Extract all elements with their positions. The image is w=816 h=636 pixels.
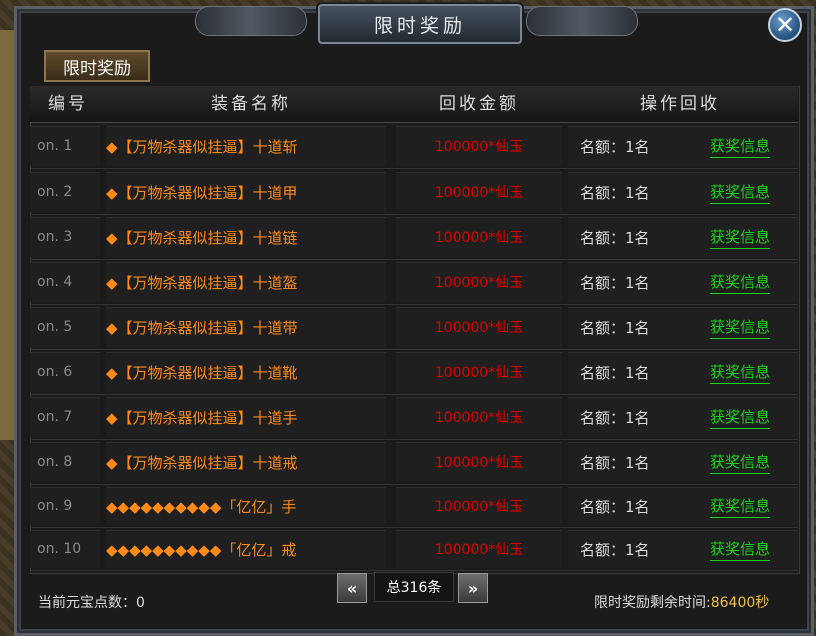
row-number: on. 10 bbox=[37, 541, 82, 557]
award-info-link[interactable]: 获奖信息 bbox=[710, 538, 771, 561]
table-row: on. 10 ◆◆◆◆◆◆◆◆◆◆「亿亿」戒 100000*仙玉 名额：1名 获奖信息 bbox=[30, 528, 798, 571]
recycle-amount: 100000*仙玉 bbox=[434, 275, 524, 291]
row-number: on. 5 bbox=[37, 319, 73, 335]
row-number: on. 8 bbox=[37, 454, 73, 470]
table-row: on. 2 ◆【万物杀器似挂逼】十道甲 100000*仙玉 名额：1名 获奖信息 bbox=[30, 170, 798, 215]
quota-text: 名额：1名 bbox=[580, 363, 650, 382]
tab-limited-reward[interactable]: 限时奖励 bbox=[44, 50, 150, 82]
row-number: on. 6 bbox=[37, 364, 73, 380]
award-info-link[interactable]: 获奖信息 bbox=[710, 451, 771, 474]
recycle-amount: 100000*仙玉 bbox=[434, 185, 524, 201]
header-equipment-name: 装备名称 bbox=[211, 94, 291, 114]
row-number: on. 7 bbox=[37, 409, 73, 425]
table-header: 编号 装备名称 回收金额 操作回收 bbox=[30, 86, 798, 123]
award-info-link-cell: 获奖信息 bbox=[710, 260, 800, 304]
award-info-link-cell: 获奖信息 bbox=[710, 124, 800, 168]
award-info-link-cell: 获奖信息 bbox=[710, 305, 800, 349]
header-recycle-action: 操作回收 bbox=[640, 94, 720, 114]
table-row: on. 4 ◆【万物杀器似挂逼】十道盔 100000*仙玉 名额：1名 获奖信息 bbox=[30, 260, 798, 305]
next-page-button[interactable]: » bbox=[458, 573, 488, 603]
close-button[interactable]: ✕ bbox=[768, 8, 802, 42]
quota-text: 名额：1名 bbox=[580, 408, 650, 427]
table-row: on. 5 ◆【万物杀器似挂逼】十道带 100000*仙玉 名额：1名 获奖信息 bbox=[30, 305, 798, 350]
recycle-amount: 100000*仙玉 bbox=[434, 542, 524, 558]
award-info-link-cell: 获奖信息 bbox=[710, 215, 800, 259]
game-scene-strip bbox=[0, 30, 14, 440]
table-row: on. 1 ◆【万物杀器似挂逼】十道斩 100000*仙玉 名额：1名 获奖信息 bbox=[30, 124, 798, 169]
remaining-time-value: 86400秒 bbox=[710, 595, 770, 611]
table-row: on. 6 ◆【万物杀器似挂逼】十道靴 100000*仙玉 名额：1名 获奖信息 bbox=[30, 350, 798, 395]
equipment-name: ◆【万物杀器似挂逼】十道靴 bbox=[106, 363, 298, 382]
table-row: on. 3 ◆【万物杀器似挂逼】十道链 100000*仙玉 名额：1名 获奖信息 bbox=[30, 215, 798, 260]
header-number: 编号 bbox=[48, 94, 88, 114]
header-recycle-amount: 回收金额 bbox=[439, 94, 519, 114]
table-row: on. 7 ◆【万物杀器似挂逼】十道手 100000*仙玉 名额：1名 获奖信息 bbox=[30, 395, 798, 440]
quota-text: 名额：1名 bbox=[580, 273, 650, 292]
quota-text: 名额：1名 bbox=[580, 183, 650, 202]
quota-text: 名额：1名 bbox=[580, 228, 650, 247]
title-ornament-right bbox=[526, 6, 638, 36]
award-info-link[interactable]: 获奖信息 bbox=[710, 495, 771, 518]
recycle-amount: 100000*仙玉 bbox=[434, 139, 524, 155]
window-title: 限时奖励 bbox=[318, 4, 522, 44]
recycle-amount: 100000*仙玉 bbox=[434, 365, 524, 381]
award-info-link[interactable]: 获奖信息 bbox=[710, 271, 771, 294]
recycle-amount: 100000*仙玉 bbox=[434, 455, 524, 471]
award-info-link[interactable]: 获奖信息 bbox=[710, 181, 771, 204]
quota-text: 名额：1名 bbox=[580, 137, 650, 156]
remaining-time: 限时奖励剩余时间:86400秒 bbox=[594, 592, 769, 612]
award-info-link-cell: 获奖信息 bbox=[710, 395, 800, 439]
equipment-name: ◆◆◆◆◆◆◆◆◆◆「亿亿」戒 bbox=[106, 540, 297, 559]
award-info-link-cell: 获奖信息 bbox=[710, 350, 800, 394]
recycle-amount: 100000*仙玉 bbox=[434, 320, 524, 336]
award-info-link[interactable]: 获奖信息 bbox=[710, 135, 771, 158]
quota-text: 名额：1名 bbox=[580, 540, 650, 559]
equipment-name: ◆【万物杀器似挂逼】十道盔 bbox=[106, 273, 298, 292]
recycle-amount: 100000*仙玉 bbox=[434, 499, 524, 515]
award-info-link-cell: 获奖信息 bbox=[710, 528, 800, 570]
equipment-name: ◆【万物杀器似挂逼】十道带 bbox=[106, 318, 298, 337]
table-row: on. 8 ◆【万物杀器似挂逼】十道戒 100000*仙玉 名额：1名 获奖信息 bbox=[30, 440, 798, 485]
table-row: on. 9 ◆◆◆◆◆◆◆◆◆◆「亿亿」手 100000*仙玉 名额：1名 获奖信息 bbox=[30, 485, 798, 528]
quota-text: 名额：1名 bbox=[580, 497, 650, 516]
award-info-link[interactable]: 获奖信息 bbox=[710, 406, 771, 429]
recycle-amount: 100000*仙玉 bbox=[434, 230, 524, 246]
row-number: on. 1 bbox=[37, 138, 73, 154]
equipment-name: ◆【万物杀器似挂逼】十道斩 bbox=[106, 137, 298, 156]
quota-text: 名额：1名 bbox=[580, 453, 650, 472]
row-number: on. 3 bbox=[37, 229, 73, 245]
title-ornament-left bbox=[195, 6, 307, 36]
award-info-link[interactable]: 获奖信息 bbox=[710, 361, 771, 384]
equipment-name: ◆【万物杀器似挂逼】十道手 bbox=[106, 408, 298, 427]
award-info-link-cell: 获奖信息 bbox=[710, 440, 800, 484]
total-count: 总316条 bbox=[374, 572, 454, 602]
row-number: on. 4 bbox=[37, 274, 73, 290]
prev-page-button[interactable]: « bbox=[337, 573, 367, 603]
remaining-time-label: 限时奖励剩余时间: bbox=[594, 595, 711, 611]
quota-text: 名额：1名 bbox=[580, 318, 650, 337]
equipment-name: ◆◆◆◆◆◆◆◆◆◆「亿亿」手 bbox=[106, 497, 297, 516]
equipment-name: ◆【万物杀器似挂逼】十道戒 bbox=[106, 453, 298, 472]
recycle-amount: 100000*仙玉 bbox=[434, 410, 524, 426]
equipment-name: ◆【万物杀器似挂逼】十道甲 bbox=[106, 183, 298, 202]
equipment-name: ◆【万物杀器似挂逼】十道链 bbox=[106, 228, 298, 247]
award-info-link[interactable]: 获奖信息 bbox=[710, 316, 771, 339]
row-number: on. 9 bbox=[37, 498, 73, 514]
award-info-link-cell: 获奖信息 bbox=[710, 485, 800, 527]
current-points: 当前元宝点数：0 bbox=[38, 595, 145, 611]
award-info-link[interactable]: 获奖信息 bbox=[710, 226, 771, 249]
award-info-link-cell: 获奖信息 bbox=[710, 170, 800, 214]
row-number: on. 2 bbox=[37, 184, 73, 200]
